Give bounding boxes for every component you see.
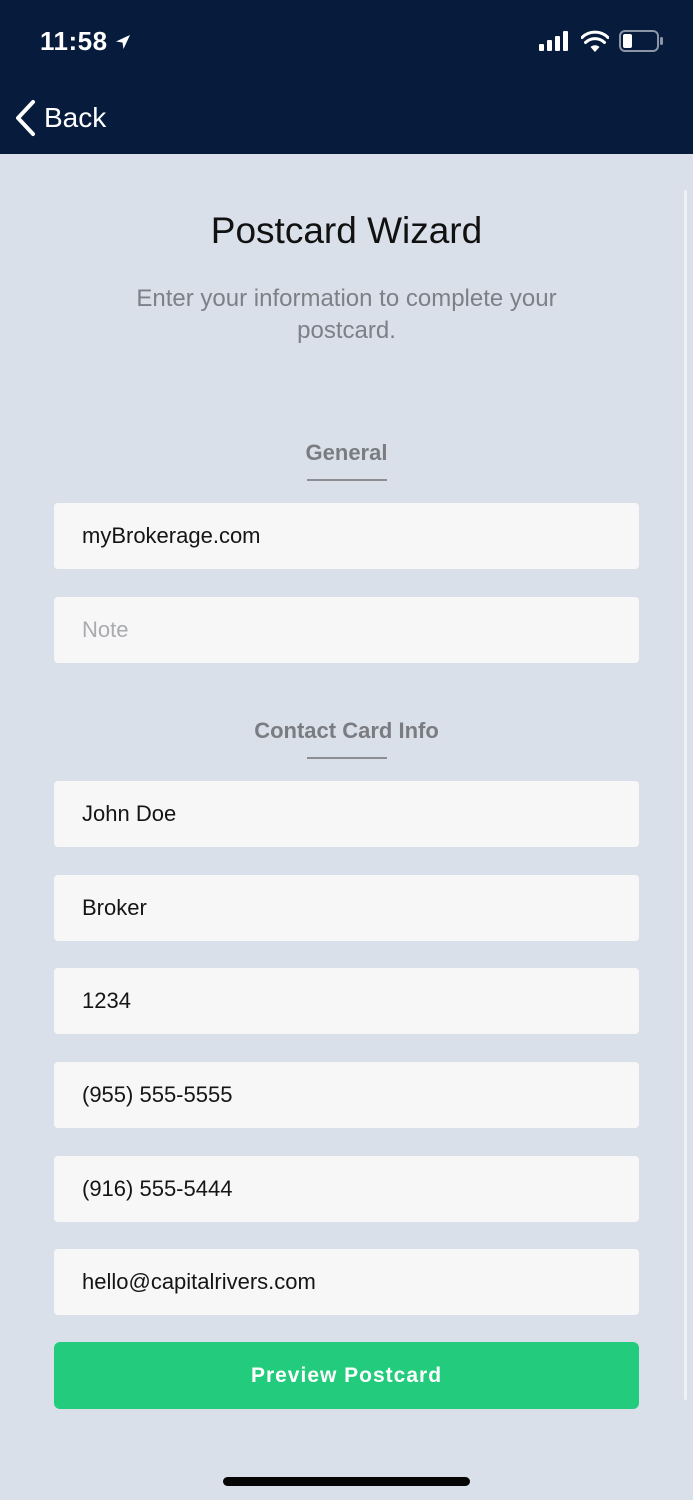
wifi-icon	[581, 30, 609, 52]
secondary-phone-field[interactable]: (916) 555-5444	[54, 1156, 639, 1222]
location-arrow-icon	[115, 34, 130, 49]
battery-icon	[619, 30, 663, 52]
license-field[interactable]: 1234	[54, 968, 639, 1034]
preview-postcard-button[interactable]: Preview Postcard	[54, 1342, 639, 1409]
section-divider-general	[307, 479, 387, 481]
page-subtitle: Enter your information to complete your …	[136, 285, 557, 344]
section-heading-contact: Contact Card Info	[254, 718, 439, 743]
status-bar-icons	[539, 30, 663, 52]
navigation-header: 11:58 Back	[0, 0, 693, 154]
scrollbar[interactable]	[684, 190, 687, 1400]
back-button-label: Back	[44, 102, 107, 133]
name-field[interactable]: John Doe	[54, 781, 639, 847]
section-divider-contact	[307, 757, 387, 759]
page-title: Postcard Wizard	[210, 210, 483, 251]
back-button[interactable]: Back	[14, 96, 106, 140]
signal-icon	[539, 31, 568, 51]
job-title-field[interactable]: Broker	[54, 875, 639, 941]
website-field[interactable]: myBrokerage.com	[54, 503, 639, 569]
email-field[interactable]: hello@capitalrivers.com	[54, 1249, 639, 1315]
chevron-left-icon	[16, 100, 35, 136]
note-field[interactable]: Note	[54, 597, 639, 663]
home-indicator	[223, 1477, 470, 1486]
status-bar-time: 11:58	[40, 26, 132, 57]
section-heading-general: General	[305, 440, 388, 465]
phone-field[interactable]: (955) 555-5555	[54, 1062, 639, 1128]
status-time-text: 11:58	[40, 26, 108, 56]
